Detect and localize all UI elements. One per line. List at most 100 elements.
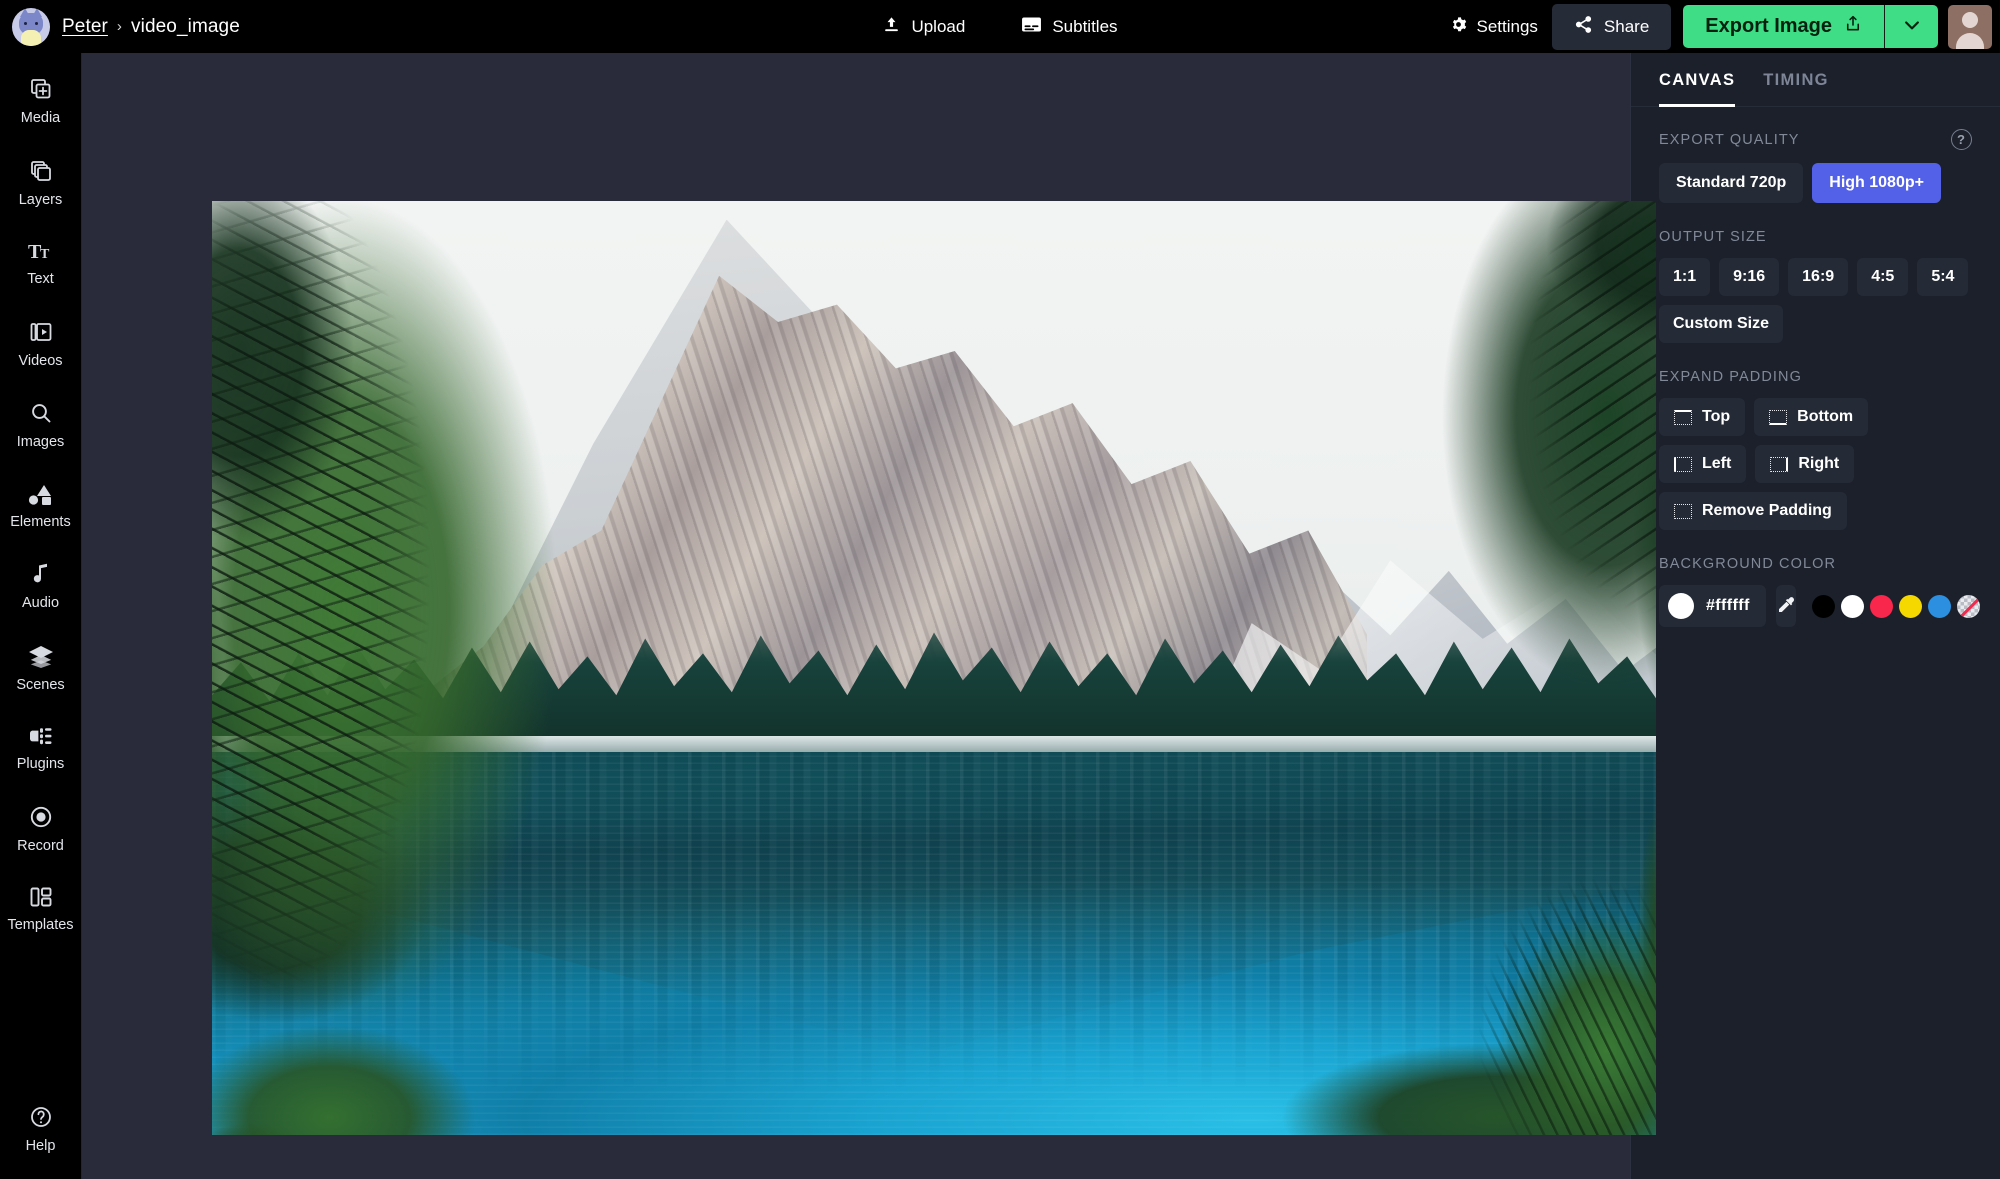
breadcrumb-project-title: video_image [131,16,240,38]
photo-foreground-tree-right [1338,201,1656,761]
breadcrumb-separator-icon: › [117,18,122,35]
remove-padding-label: Remove Padding [1702,502,1832,520]
padding-top-icon [1674,410,1692,425]
sidebar-item-media[interactable]: Media [0,67,82,134]
sidebar-item-videos[interactable]: Videos [0,310,82,377]
canvas-image-frame[interactable] [212,201,1656,1135]
tab-canvas[interactable]: CANVAS [1659,71,1735,107]
background-color-section-header: BACKGROUND COLOR [1659,556,1972,572]
export-image-label: Export Image [1705,15,1832,38]
remove-padding-button[interactable]: Remove Padding [1659,492,1847,530]
background-hex-value: #ffffff [1706,597,1750,615]
export-quality-help-icon[interactable]: ? [1951,129,1972,150]
output-size-custom-row: Custom Size [1659,305,1972,343]
expand-padding-title: EXPAND PADDING [1659,369,1802,385]
swatch-red[interactable] [1870,595,1893,618]
landscape-photo [212,201,1656,1135]
ratio-1-1-button[interactable]: 1:1 [1659,258,1710,296]
export-share-icon [1844,14,1862,39]
output-size-section-header: OUTPUT SIZE [1659,229,1972,245]
tab-timing[interactable]: TIMING [1763,71,1829,107]
sidebar-label-layers: Layers [19,193,63,208]
quality-standard-720p-button[interactable]: Standard 720p [1659,163,1803,203]
settings-button[interactable]: Settings [1450,16,1537,38]
expand-padding-row-3: Remove Padding [1659,492,1972,530]
music-note-icon [30,562,52,591]
export-options-caret-button[interactable] [1884,5,1938,48]
canvas-workspace[interactable] [82,53,1630,1179]
top-right-actions: Settings Share Export Image [1450,4,2000,50]
output-size-title: OUTPUT SIZE [1659,229,1767,245]
current-color-swatch [1668,593,1694,619]
sidebar-item-elements[interactable]: Elements [0,473,82,538]
sidebar-label-media: Media [21,111,61,126]
subtitles-button[interactable]: Subtitles [1017,9,1121,45]
app-root: Peter › video_image Upload Subtitles [0,0,2000,1179]
padding-left-label: Left [1702,455,1731,473]
ratio-16-9-button[interactable]: 16:9 [1788,258,1848,296]
expand-padding-row-1: Top Bottom [1659,398,1972,436]
swatch-black[interactable] [1812,595,1835,618]
sidebar-label-elements: Elements [10,515,70,530]
search-magnifier-icon [29,401,53,430]
sidebar-item-record[interactable]: Record [0,795,82,862]
swatch-yellow[interactable] [1899,595,1922,618]
top-toolbar: Peter › video_image Upload Subtitles [0,0,2000,53]
breadcrumb-user-link[interactable]: Peter [62,16,108,38]
sidebar-item-help[interactable]: Help [0,1095,82,1162]
right-properties-panel: CANVAS TIMING EXPORT QUALITY ? Standard … [1630,53,2000,1179]
export-quality-section-header: EXPORT QUALITY ? [1659,129,1972,150]
padding-right-button[interactable]: Right [1755,445,1854,483]
sidebar-item-layers[interactable]: Layers [0,149,82,216]
swatch-white[interactable] [1841,595,1864,618]
sidebar-item-templates[interactable]: Templates [0,876,82,941]
sidebar-item-plugins[interactable]: Plugins [0,715,82,780]
sidebar-item-scenes[interactable]: Scenes [0,634,82,701]
ratio-4-5-button[interactable]: 4:5 [1857,258,1908,296]
help-question-icon [29,1105,53,1134]
chevron-down-icon [1902,15,1922,38]
padding-bottom-label: Bottom [1797,408,1853,426]
layers-stack-icon [29,159,53,188]
sidebar-item-text[interactable]: TT Text [0,230,82,295]
padding-bottom-button[interactable]: Bottom [1754,398,1868,436]
padding-bottom-icon [1769,410,1787,425]
ratio-5-4-button[interactable]: 5:4 [1917,258,1968,296]
sidebar-label-text: Text [27,272,54,287]
user-avatar[interactable] [1948,5,1992,49]
photo-foreground-bush-bottom-left [212,967,501,1135]
ratio-9-16-button[interactable]: 9:16 [1719,258,1779,296]
share-button[interactable]: Share [1552,4,1671,50]
sidebar-label-plugins: Plugins [17,757,65,772]
share-nodes-icon [1574,15,1593,39]
output-size-ratios: 1:1 9:16 16:9 4:5 5:4 [1659,258,1972,296]
export-button-group: Export Image [1683,5,1938,48]
media-add-icon [29,77,53,106]
padding-right-label: Right [1798,455,1839,473]
share-label: Share [1604,17,1649,37]
photo-foreground-tree-left [212,201,761,1023]
upload-label: Upload [911,17,965,37]
color-swatch-list [1812,595,1980,618]
templates-grid-icon [29,886,53,913]
padding-left-button[interactable]: Left [1659,445,1746,483]
sidebar-item-images[interactable]: Images [0,391,82,458]
quality-high-1080p-button[interactable]: High 1080p+ [1812,163,1941,203]
panel-content: EXPORT QUALITY ? Standard 720p High 1080… [1631,107,2000,655]
background-hex-field[interactable]: #ffffff [1659,585,1766,627]
upload-button[interactable]: Upload [878,9,969,45]
sidebar-label-templates: Templates [7,918,73,933]
sidebar-label-images: Images [17,435,65,450]
sidebar-item-audio[interactable]: Audio [0,552,82,619]
cat-avatar-logo-icon[interactable] [12,8,50,46]
swatch-transparent[interactable] [1957,595,1980,618]
eyedropper-button[interactable] [1776,585,1796,627]
swatch-blue[interactable] [1928,595,1951,618]
main-body: Media Layers TT Text Videos [0,53,2000,1179]
padding-top-button[interactable]: Top [1659,398,1745,436]
text-tt-icon: TT [28,240,54,267]
export-image-button[interactable]: Export Image [1683,5,1884,48]
sidebar-label-audio: Audio [22,596,59,611]
custom-size-button[interactable]: Custom Size [1659,305,1783,343]
sidebar-label-help: Help [26,1139,56,1154]
